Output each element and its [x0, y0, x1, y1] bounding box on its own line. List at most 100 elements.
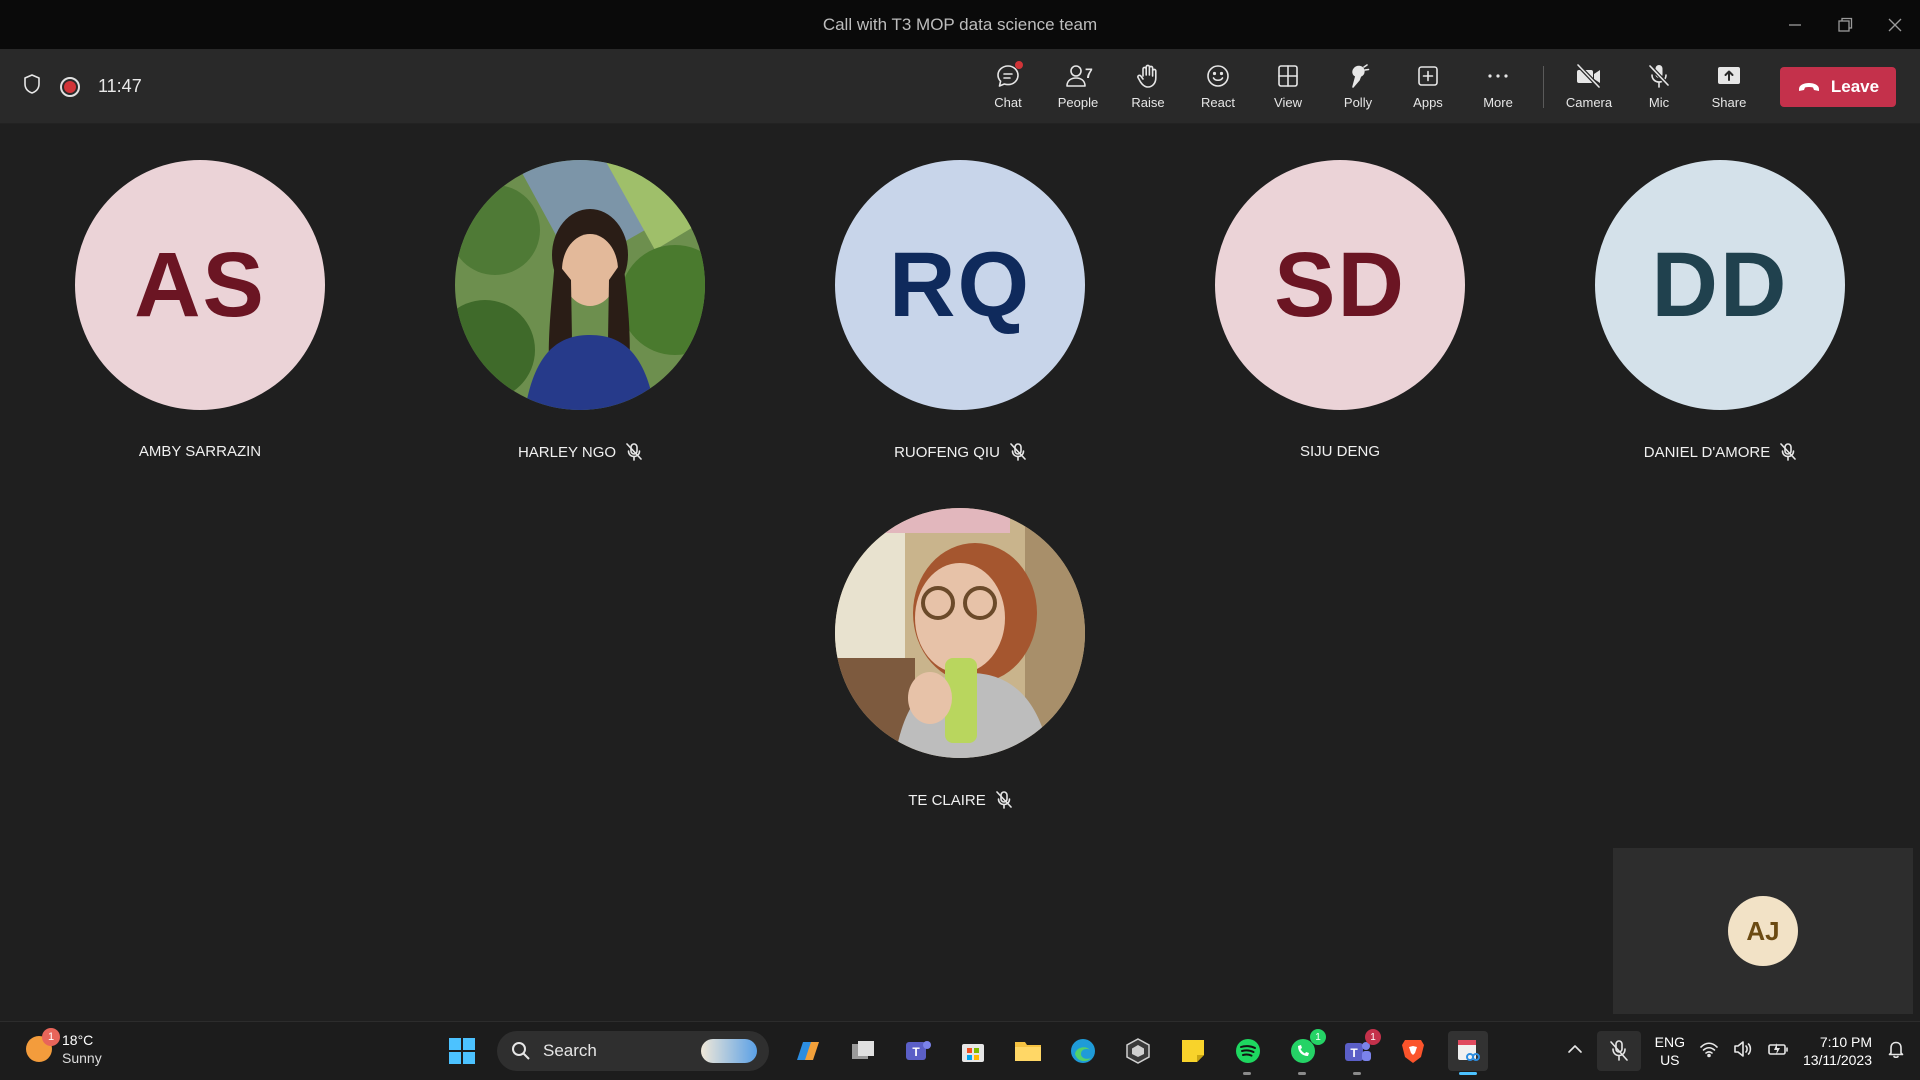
file-explorer-icon[interactable]: [1008, 1031, 1048, 1071]
people-label: People: [1057, 95, 1099, 110]
sun-icon: 1: [26, 1028, 60, 1062]
weather-badge: 1: [42, 1028, 60, 1046]
clock-date: 13/11/2023: [1802, 1052, 1872, 1068]
weather-description: Sunny: [62, 1050, 102, 1066]
apps-button[interactable]: Apps: [1393, 49, 1463, 124]
share-label: Share: [1711, 95, 1747, 110]
self-avatar: AJ: [1728, 896, 1798, 966]
share-button[interactable]: Share: [1694, 49, 1764, 124]
react-button[interactable]: React: [1183, 49, 1253, 124]
whatsapp-icon[interactable]: 1: [1283, 1029, 1326, 1075]
close-button[interactable]: [1870, 0, 1920, 49]
toolbar-divider: [1543, 65, 1544, 108]
weather-widget[interactable]: 1 18°C Sunny: [26, 1028, 102, 1067]
smiley-icon: [1207, 65, 1229, 87]
language-code: ENG: [1654, 1034, 1685, 1050]
weather-temperature: 18°C: [62, 1032, 94, 1048]
task-view-icon[interactable]: [843, 1031, 883, 1071]
mic-off-icon: [1648, 64, 1670, 88]
spotify-icon[interactable]: [1228, 1031, 1268, 1075]
teams-badge: 1: [1365, 1029, 1381, 1045]
search-placeholder: Search: [543, 1041, 597, 1060]
notification-bell-icon[interactable]: [1886, 1039, 1906, 1064]
participant-tile[interactable]: RQ RUOFENG QIU: [830, 160, 1090, 461]
windows-taskbar: 1 18°C Sunny Search T 1 T 1 ENG US 7:10 …: [0, 1021, 1920, 1080]
unity-hub-icon[interactable]: [1118, 1031, 1158, 1071]
mic-muted-tray-icon[interactable]: [1596, 1031, 1641, 1071]
leave-button[interactable]: Leave: [1780, 66, 1896, 107]
chevron-up-icon[interactable]: [1567, 1041, 1583, 1062]
start-button[interactable]: [442, 1031, 482, 1071]
recording-icon: [60, 76, 80, 97]
whatsapp-badge: 1: [1310, 1029, 1326, 1045]
leave-label: Leave: [1830, 76, 1880, 96]
polly-icon: [1352, 64, 1370, 88]
microsoft-store-icon[interactable]: [953, 1031, 993, 1071]
volume-icon[interactable]: [1733, 1040, 1753, 1063]
muted-mic-icon: [626, 443, 642, 461]
view-label: View: [1274, 95, 1302, 110]
meeting-toolbar: 11:47 Chat 7 People Raise React View Pol…: [0, 49, 1920, 124]
participant-name: HARLEY NGO: [517, 443, 617, 461]
microsoft-teams-icon[interactable]: T 1: [1338, 1029, 1381, 1075]
participant-tile[interactable]: DD DANIEL D'AMORE: [1590, 160, 1850, 461]
hang-up-icon: [1798, 82, 1819, 91]
muted-mic-icon: [1780, 443, 1797, 461]
chat-button[interactable]: Chat: [973, 49, 1043, 124]
participant-tile[interactable]: SD SIJU DENG: [1210, 160, 1470, 460]
mic-label: Mic: [1648, 95, 1670, 110]
layout-icon: [1278, 65, 1298, 87]
camera-off-icon: [1576, 63, 1601, 89]
sticky-notes-icon[interactable]: [1173, 1031, 1213, 1071]
react-label: React: [1201, 95, 1235, 110]
minimize-button[interactable]: [1770, 0, 1820, 49]
share-icon: [1718, 67, 1740, 84]
svg-text:T: T: [1350, 1046, 1358, 1060]
avatar: AS: [75, 160, 325, 410]
participant-name: AMBY SARRAZIN: [138, 443, 262, 460]
input-language[interactable]: ENG US: [1655, 1033, 1685, 1069]
copilot-app-icon[interactable]: [788, 1031, 828, 1071]
mic-button[interactable]: Mic: [1624, 49, 1694, 124]
restore-button[interactable]: [1820, 0, 1870, 49]
running-indicator: [1353, 1072, 1361, 1075]
search-highlight-image: [701, 1039, 757, 1063]
shield-icon[interactable]: [22, 73, 42, 100]
window-controls: [1770, 0, 1920, 49]
teams-chat-icon[interactable]: T: [898, 1031, 938, 1071]
participant-tile[interactable]: TE CLAIRE: [830, 508, 1090, 809]
view-button[interactable]: View: [1253, 49, 1323, 124]
participant-tile[interactable]: HARLEY NGO: [450, 160, 710, 461]
clock-time: 7:10 PM: [1819, 1034, 1872, 1050]
region-code: US: [1660, 1052, 1680, 1068]
more-button[interactable]: More: [1463, 49, 1533, 124]
people-button[interactable]: 7 People: [1043, 49, 1113, 124]
participant-name: TE CLAIRE: [908, 791, 986, 809]
system-tray: ENG US 7:10 PM 13/11/2023: [1567, 1028, 1906, 1074]
snipping-tool-icon[interactable]: [1448, 1031, 1488, 1075]
windows-logo-icon: [449, 1038, 475, 1064]
self-view[interactable]: AJ: [1613, 848, 1913, 1014]
avatar: DD: [1595, 160, 1845, 410]
running-indicator: [1243, 1072, 1251, 1075]
camera-button[interactable]: Camera: [1554, 49, 1624, 124]
more-icon: [1488, 74, 1508, 78]
polly-button[interactable]: Polly: [1323, 49, 1393, 124]
raise-label: Raise: [1131, 95, 1165, 110]
running-indicator: [1298, 1072, 1306, 1075]
battery-charging-icon[interactable]: [1767, 1040, 1789, 1063]
polly-label: Polly: [1343, 95, 1373, 110]
brave-browser-icon[interactable]: [1393, 1031, 1433, 1071]
participant-tile[interactable]: AS AMBY SARRAZIN: [70, 160, 330, 460]
wifi-icon[interactable]: [1699, 1040, 1719, 1063]
add-app-icon: [1418, 66, 1438, 86]
muted-mic-icon: [1010, 443, 1026, 461]
raise-hand-button[interactable]: Raise: [1113, 49, 1183, 124]
edge-browser-icon[interactable]: [1063, 1031, 1103, 1071]
avatar: RQ: [835, 160, 1085, 410]
people-count: 7: [1085, 65, 1093, 81]
system-clock[interactable]: 7:10 PM 13/11/2023: [1803, 1033, 1872, 1069]
taskbar-search[interactable]: Search: [497, 1031, 769, 1071]
search-icon: [512, 1042, 530, 1060]
participant-name: SIJU DENG: [1299, 443, 1380, 460]
